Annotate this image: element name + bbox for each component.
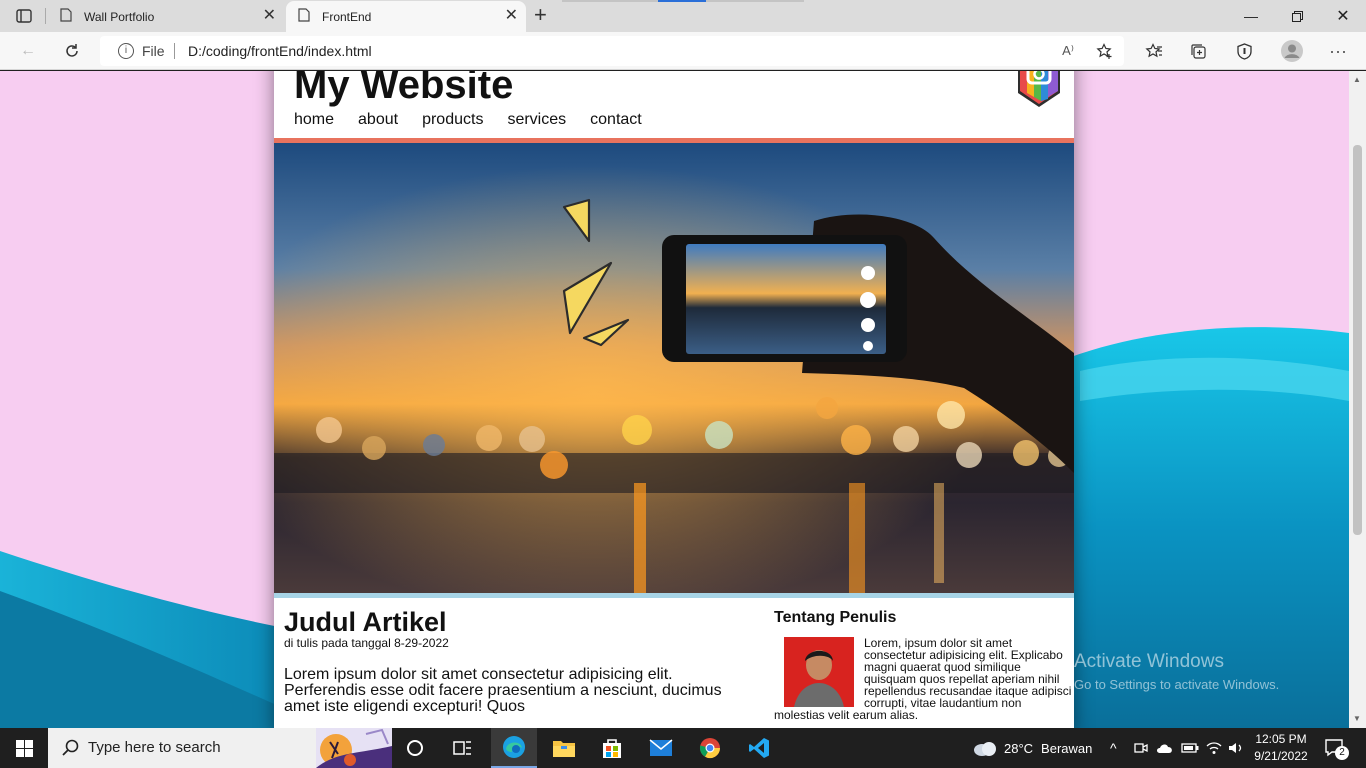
tab-label: FrontEnd [322, 9, 372, 24]
more-options-icon[interactable]: ··· [1326, 39, 1350, 63]
author-heading: Tentang Penulis [774, 609, 897, 626]
search-highlight-art [316, 728, 392, 768]
scroll-up-icon[interactable]: ▲ [1353, 75, 1361, 84]
tab-frontend[interactable]: FrontEnd ✕ [286, 1, 526, 32]
website-page: My Website home about products services … [274, 71, 1074, 728]
close-window-button[interactable]: ✕ [1320, 0, 1366, 32]
favorites-icon[interactable] [1142, 39, 1166, 63]
info-icon[interactable]: i [118, 43, 134, 59]
read-aloud-icon[interactable]: A⁾ [1056, 39, 1080, 63]
tab-strip-indicator [658, 0, 706, 2]
nav-home[interactable]: home [294, 111, 334, 129]
weather-temp: 28°C [1004, 740, 1034, 756]
article-date: di tulis pada tanggal 8-29-2022 [284, 636, 449, 650]
tab-label: Wall Portfolio [84, 9, 155, 24]
minimize-button[interactable]: — [1228, 0, 1274, 32]
taskbar-search[interactable]: Type here to search [48, 728, 392, 768]
start-button[interactable] [0, 728, 48, 768]
page-viewport: My Website home about products services … [0, 71, 1349, 728]
browser-essentials-icon[interactable] [1232, 39, 1256, 63]
site-logo [1018, 71, 1060, 107]
show-hidden-icons[interactable]: ^ [1110, 728, 1117, 768]
collections-icon[interactable] [1186, 39, 1210, 63]
battery-icon[interactable] [1181, 728, 1199, 768]
author-bio-block: Lorem, ipsum dolor sit amet consectetur … [774, 637, 1074, 721]
mail-icon[interactable] [638, 728, 684, 768]
restore-button[interactable] [1274, 0, 1320, 32]
scroll-thumb[interactable] [1353, 145, 1362, 535]
clock-time: 12:05 PM [1255, 732, 1307, 746]
author-sidebar: Tentang Penulis Lorem, ipsum dolor sit a… [774, 609, 1074, 721]
store-icon[interactable] [589, 728, 635, 768]
hero-image [274, 143, 1074, 593]
watermark-subtitle: Go to Settings to activate Windows. [1074, 677, 1280, 692]
search-icon [62, 739, 80, 761]
cortana-icon[interactable] [392, 728, 438, 768]
site-title: My Website [294, 71, 514, 107]
browser-toolbar: ← i File D:/coding/frontEnd/index.html A… [0, 32, 1366, 70]
tab-bar: Wall Portfolio ✕ FrontEnd ✕ + — ✕ [0, 0, 1366, 32]
onedrive-icon[interactable] [1156, 728, 1174, 768]
watermark-title: Activate Windows [1074, 651, 1224, 672]
volume-icon[interactable] [1228, 728, 1244, 768]
address-bar[interactable]: i File D:/coding/frontEnd/index.html A⁾ [100, 36, 1124, 66]
close-icon[interactable]: ✕ [263, 8, 276, 24]
profile-avatar[interactable] [1280, 39, 1304, 63]
file-explorer-icon[interactable] [541, 728, 587, 768]
weather-condition: Berawan [1041, 740, 1093, 756]
system-clock[interactable]: 12:05 PM 9/21/2022 [1248, 731, 1314, 765]
scroll-down-icon[interactable]: ▼ [1353, 714, 1361, 723]
author-photo [784, 637, 854, 707]
notification-center[interactable]: 2 [1324, 728, 1349, 768]
refresh-icon[interactable] [60, 39, 84, 63]
add-favorite-icon[interactable] [1092, 39, 1116, 63]
file-label: File [142, 43, 165, 59]
hero-rule [274, 593, 1074, 598]
article: Judul Artikel di tulis pada tanggal 8-29… [284, 607, 754, 715]
page-scrollbar[interactable]: ▲ ▼ [1349, 71, 1366, 728]
task-view-icon[interactable] [440, 728, 486, 768]
back-icon[interactable]: ← [16, 39, 40, 63]
tab-wall-portfolio[interactable]: Wall Portfolio ✕ [48, 1, 284, 32]
new-tab-button[interactable]: + [534, 3, 547, 27]
article-title: Judul Artikel [284, 607, 447, 637]
nav-about[interactable]: about [358, 111, 398, 129]
meet-now-icon[interactable] [1134, 728, 1148, 768]
cloudy-icon [974, 742, 996, 756]
address-separator [174, 43, 175, 59]
tab-actions-icon[interactable] [10, 6, 38, 26]
notification-count: 2 [1335, 746, 1349, 760]
url-text[interactable]: D:/coding/frontEnd/index.html [188, 43, 372, 59]
nav-products[interactable]: products [422, 111, 483, 129]
weather-widget[interactable]: 28°C Berawan [972, 728, 1092, 768]
wifi-icon[interactable] [1206, 728, 1222, 768]
page-icon [298, 8, 310, 25]
clock-date: 9/21/2022 [1254, 749, 1308, 763]
vscode-icon[interactable] [736, 728, 782, 768]
page-icon [60, 8, 72, 25]
edge-icon[interactable] [491, 728, 537, 768]
article-body: Lorem ipsum dolor sit amet consectetur a… [284, 666, 722, 715]
tab-separator [45, 8, 46, 24]
search-placeholder: Type here to search [88, 739, 221, 756]
chrome-icon[interactable] [687, 728, 733, 768]
main-nav: home about products services contact [294, 111, 642, 129]
nav-services[interactable]: services [507, 111, 566, 129]
activation-watermark: Activate Windows Go to Settings to activ… [1074, 651, 1279, 692]
close-icon[interactable]: ✕ [505, 8, 518, 24]
taskbar: Type here to search 28°C Berawan ^ 12:05… [0, 728, 1366, 768]
windows-icon [15, 739, 33, 757]
nav-contact[interactable]: contact [590, 111, 642, 129]
